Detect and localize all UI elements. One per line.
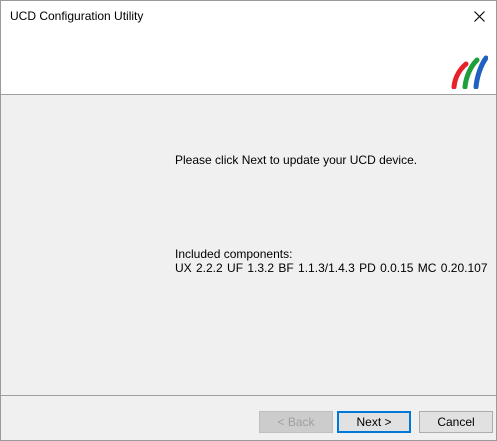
installer-window: UCD Configuration Utility Please click N… xyxy=(0,0,497,441)
components-label: Included components: xyxy=(175,247,293,261)
close-button[interactable] xyxy=(462,1,496,31)
cancel-button[interactable]: Cancel xyxy=(419,411,493,433)
wizard-footer: < Back Next > Cancel xyxy=(1,396,496,440)
wizard-header xyxy=(1,31,496,95)
ucd-logo-icon xyxy=(444,55,489,90)
wizard-content: Please click Next to update your UCD dev… xyxy=(1,95,496,395)
components-list: UX 2.2.2 UF 1.3.2 BF 1.1.3/1.4.3 PD 0.0.… xyxy=(175,261,488,275)
instruction-text: Please click Next to update your UCD dev… xyxy=(175,153,418,167)
title-bar: UCD Configuration Utility xyxy=(1,1,496,31)
close-icon xyxy=(473,10,485,22)
next-button[interactable]: Next > xyxy=(337,411,411,433)
window-title: UCD Configuration Utility xyxy=(10,9,144,23)
back-button[interactable]: < Back xyxy=(259,411,333,433)
